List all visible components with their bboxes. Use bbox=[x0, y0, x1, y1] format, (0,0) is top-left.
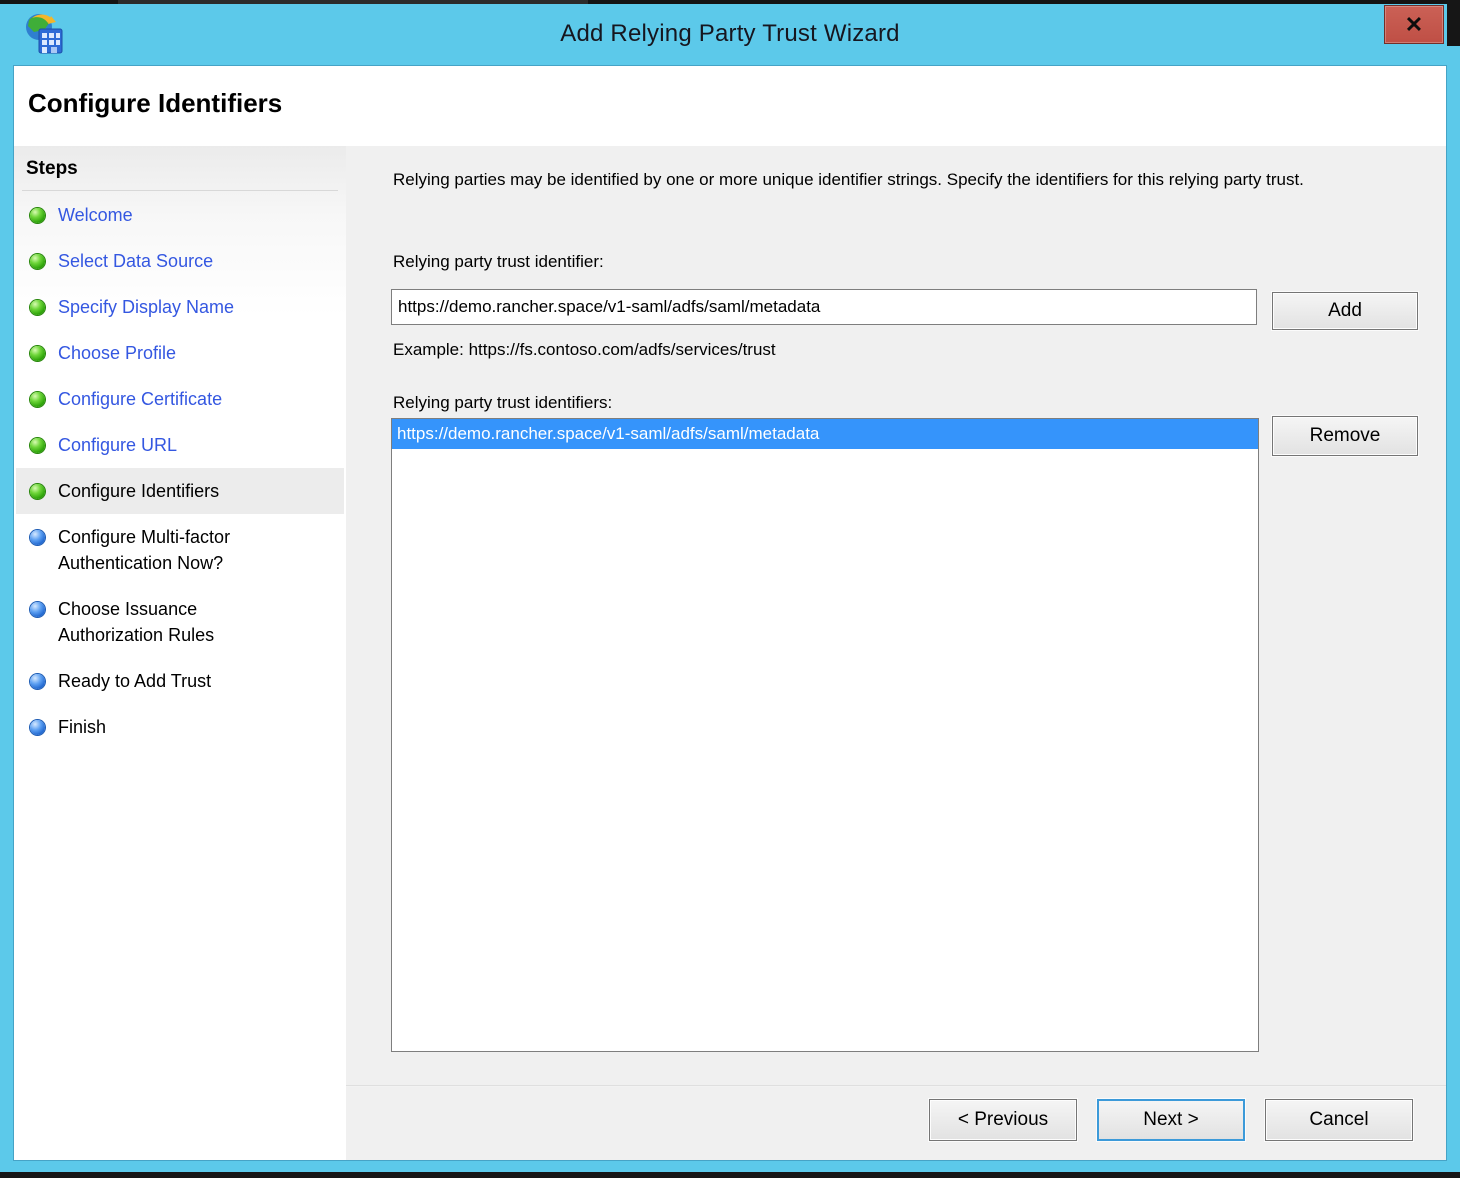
background-corner-strip bbox=[1447, 0, 1460, 46]
step-label: Ready to Add Trust bbox=[58, 668, 298, 694]
step-label: Configure Identifiers bbox=[58, 478, 298, 504]
done-step-bullet-icon bbox=[30, 300, 45, 315]
background-bottom-strip bbox=[0, 1172, 1460, 1178]
steps-sidebar: Steps Welcome Select Data Source Specify D… bbox=[14, 146, 346, 1160]
steps-title: Steps bbox=[22, 146, 338, 191]
sidebar-step-configure-multi-factor-authentication-now: Configure Multi-factor Authentication No… bbox=[16, 514, 344, 586]
sidebar-step-welcome[interactable]: Welcome bbox=[16, 192, 344, 238]
page-heading: Configure Identifiers bbox=[28, 88, 282, 119]
done-step-bullet-icon bbox=[30, 254, 45, 269]
wizard-content: Configure Identifiers Steps Welcome Selec… bbox=[14, 66, 1446, 1160]
step-label: Configure Certificate bbox=[58, 386, 298, 412]
step-label: Finish bbox=[58, 714, 298, 740]
remove-button[interactable]: Remove bbox=[1272, 416, 1418, 456]
identifier-input[interactable] bbox=[391, 289, 1257, 325]
step-label: Specify Display Name bbox=[58, 294, 298, 320]
cancel-button-label: Cancel bbox=[1309, 1109, 1368, 1131]
add-button[interactable]: Add bbox=[1272, 292, 1418, 330]
sidebar-step-configure-url[interactable]: Configure URL bbox=[16, 422, 344, 468]
identifier-example: Example: https://fs.contoso.com/adfs/ser… bbox=[393, 340, 776, 360]
next-button-label: Next > bbox=[1143, 1109, 1198, 1131]
next-button[interactable]: Next > bbox=[1097, 1099, 1245, 1141]
done-step-bullet-icon bbox=[30, 346, 45, 361]
wizard-window: Add Relying Party Trust Wizard ✕ Configu… bbox=[0, 4, 1460, 1172]
steps-list: Welcome Select Data Source Specify Display… bbox=[14, 192, 346, 750]
step-label: Select Data Source bbox=[58, 248, 298, 274]
header-band: Configure Identifiers bbox=[14, 66, 1446, 146]
upcoming-step-bullet-icon bbox=[30, 602, 45, 617]
current-step-bullet-icon bbox=[30, 484, 45, 499]
step-label: Configure Multi-factor Authentication No… bbox=[58, 524, 298, 576]
titlebar[interactable]: Add Relying Party Trust Wizard ✕ bbox=[0, 4, 1460, 66]
done-step-bullet-icon bbox=[30, 438, 45, 453]
previous-button[interactable]: < Previous bbox=[929, 1099, 1077, 1141]
identifier-row[interactable]: https://demo.rancher.space/v1-saml/adfs/… bbox=[392, 419, 1258, 449]
identifiers-listbox[interactable]: https://demo.rancher.space/v1-saml/adfs/… bbox=[391, 418, 1259, 1052]
cancel-button[interactable]: Cancel bbox=[1265, 1099, 1413, 1141]
sidebar-step-select-data-source[interactable]: Select Data Source bbox=[16, 238, 344, 284]
footer-divider bbox=[346, 1085, 1446, 1087]
sidebar-step-choose-issuance-authorization-rules: Choose Issuance Authorization Rules bbox=[16, 586, 344, 658]
sidebar-step-choose-profile[interactable]: Choose Profile bbox=[16, 330, 344, 376]
done-step-bullet-icon bbox=[30, 392, 45, 407]
step-label: Welcome bbox=[58, 202, 298, 228]
upcoming-step-bullet-icon bbox=[30, 720, 45, 735]
sidebar-step-ready-to-add-trust: Ready to Add Trust bbox=[16, 658, 344, 704]
close-button[interactable]: ✕ bbox=[1384, 5, 1444, 44]
sidebar-step-specify-display-name[interactable]: Specify Display Name bbox=[16, 284, 344, 330]
close-icon: ✕ bbox=[1405, 12, 1423, 38]
window-title: Add Relying Party Trust Wizard bbox=[0, 20, 1460, 48]
previous-button-label: < Previous bbox=[958, 1109, 1048, 1131]
sidebar-step-finish: Finish bbox=[16, 704, 344, 750]
step-label: Choose Profile bbox=[58, 340, 298, 366]
page-description: Relying parties may be identified by one… bbox=[393, 166, 1417, 193]
remove-button-label: Remove bbox=[1310, 425, 1381, 447]
sidebar-step-configure-certificate[interactable]: Configure Certificate bbox=[16, 376, 344, 422]
step-label: Configure URL bbox=[58, 432, 298, 458]
identifier-input-label: Relying party trust identifier: bbox=[393, 252, 604, 272]
main-panel: Relying parties may be identified by one… bbox=[346, 146, 1446, 1160]
identifiers-list-label: Relying party trust identifiers: bbox=[393, 393, 612, 413]
step-label: Choose Issuance Authorization Rules bbox=[58, 596, 298, 648]
sidebar-step-configure-identifiers: Configure Identifiers bbox=[16, 468, 344, 514]
upcoming-step-bullet-icon bbox=[30, 530, 45, 545]
done-step-bullet-icon bbox=[30, 208, 45, 223]
upcoming-step-bullet-icon bbox=[30, 674, 45, 689]
add-button-label: Add bbox=[1328, 300, 1362, 322]
